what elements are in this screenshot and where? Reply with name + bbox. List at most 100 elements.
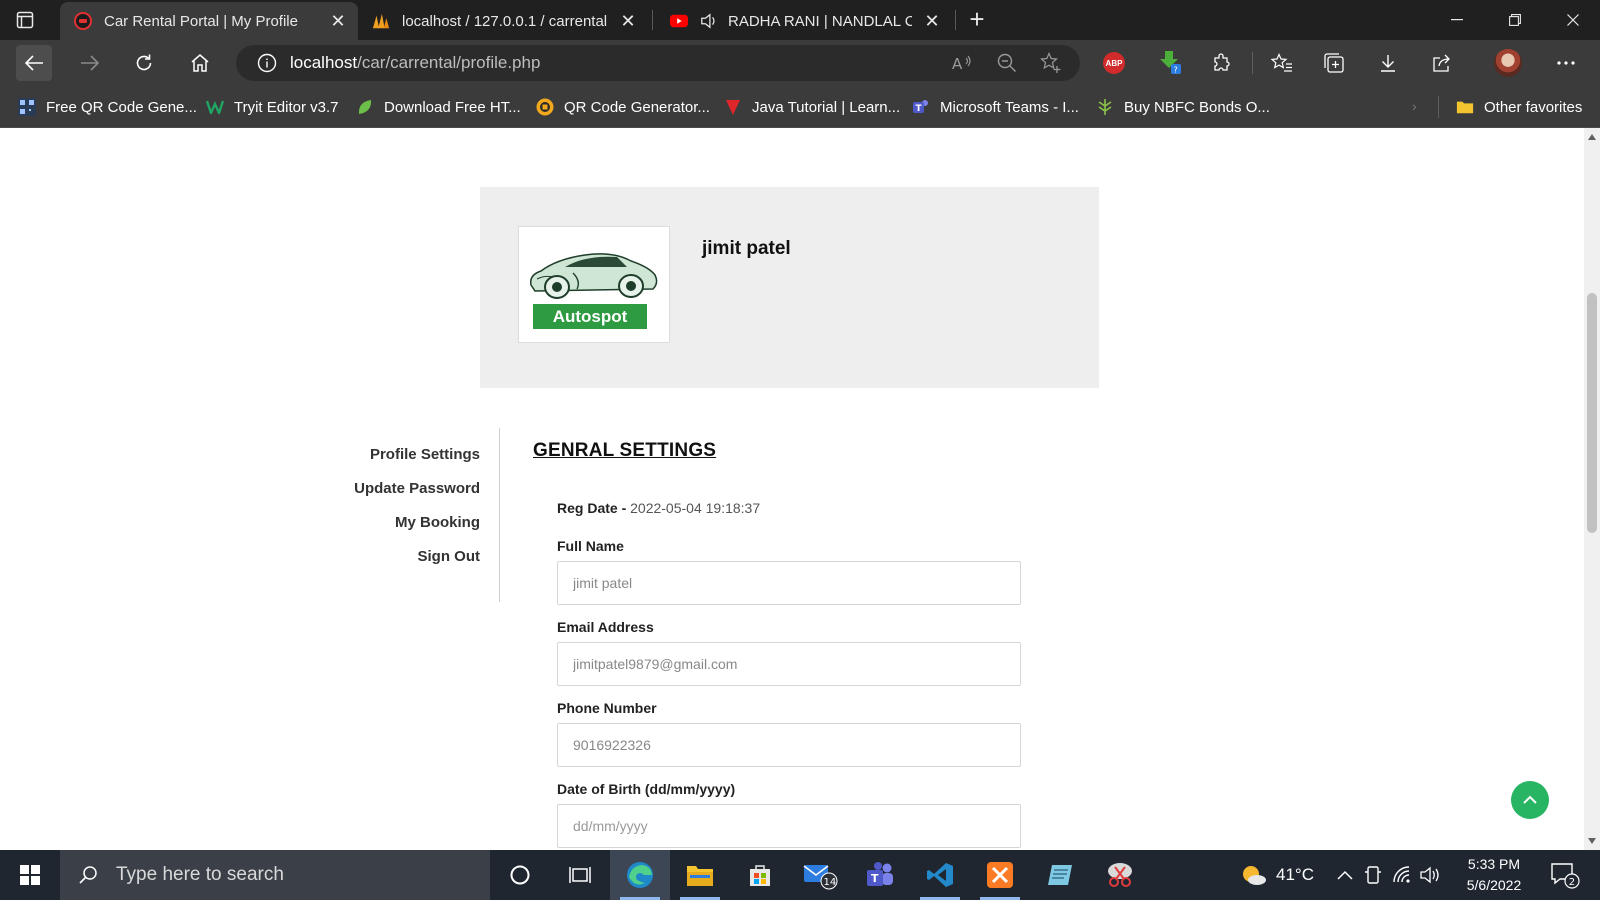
weather-widget[interactable]: 41°C (1240, 850, 1314, 900)
other-favorites-folder[interactable]: Other favorites (1456, 95, 1582, 119)
start-button[interactable] (0, 850, 60, 900)
site-logo[interactable]: Autospot (518, 226, 670, 343)
address-bar[interactable]: localhost/car/carrental/profile.php A (236, 45, 1080, 81)
notifications-icon[interactable]: 2 (1550, 850, 1580, 900)
scroll-up-arrow-icon[interactable] (1588, 134, 1596, 140)
email-label: Email Address (557, 619, 654, 635)
chevron-right-icon[interactable]: › (1412, 98, 1417, 114)
profile-user-name: jimit patel (702, 238, 791, 259)
registration-date: Reg Date - 2022-05-04 19:18:37 (557, 500, 760, 516)
tab-youtube-radha-rani[interactable]: RADHA RANI | NANDLAL CH ✕ (656, 2, 952, 40)
forward-button[interactable] (72, 45, 108, 81)
qr-code-icon (18, 98, 36, 116)
download-helper-extension-icon[interactable]: ? (1152, 45, 1188, 81)
close-window-button[interactable] (1544, 0, 1600, 40)
url-text[interactable]: localhost/car/carrental/profile.php (290, 53, 540, 73)
vscode-icon[interactable] (910, 850, 970, 900)
email-field[interactable] (557, 642, 1021, 686)
bookmark-label: QR Code Generator... (564, 98, 710, 116)
settings-more-icon[interactable] (1548, 45, 1584, 81)
browser-toolbar: localhost/car/carrental/profile.php A AB… (0, 40, 1600, 86)
audio-playing-icon[interactable] (700, 12, 718, 30)
system-clock[interactable]: 5:33 PM 5/6/2022 (1454, 854, 1534, 896)
nav-my-booking[interactable]: My Booking (395, 514, 480, 531)
teams-app-icon[interactable]: T (850, 850, 910, 900)
extensions-icon[interactable] (1204, 45, 1240, 81)
bookmark-buy-nbfc-bonds[interactable]: Buy NBFC Bonds O... (1096, 95, 1270, 119)
collections-icon[interactable] (1316, 45, 1352, 81)
logo-brand-label: Autospot (533, 304, 647, 329)
edge-browser-icon[interactable] (610, 850, 670, 900)
tab-actions-menu-icon[interactable] (14, 9, 36, 31)
scrollbar-thumb[interactable] (1587, 293, 1597, 533)
bookmark-download-free-html[interactable]: Download Free HT... (356, 95, 521, 119)
tab-car-rental-profile[interactable]: Car Rental Portal | My Profile ✕ (60, 2, 358, 40)
dob-field[interactable] (557, 804, 1021, 848)
tab-title: RADHA RANI | NANDLAL CH (728, 12, 912, 30)
wifi-icon[interactable] (1392, 850, 1414, 900)
bookmark-label: Free QR Code Gene... (46, 98, 197, 116)
share-icon[interactable] (1424, 45, 1460, 81)
volume-icon[interactable] (1420, 850, 1442, 900)
car-logo-icon (529, 253, 658, 299)
nbfc-icon (1096, 98, 1114, 116)
windows-taskbar: Type here to search 14 T 41°C 5:33 PM 5/… (0, 850, 1600, 900)
back-button[interactable] (16, 45, 52, 81)
device-icon[interactable] (1364, 850, 1382, 900)
general-settings-form: GENRAL SETTINGS Reg Date - 2022-05-04 19… (533, 440, 1023, 848)
mail-icon[interactable]: 14 (790, 850, 850, 900)
downloads-icon[interactable] (1370, 45, 1406, 81)
read-aloud-icon[interactable]: A (952, 52, 974, 74)
bookmark-tryit-editor[interactable]: Tryit Editor v3.7 (206, 95, 338, 119)
close-tab-icon[interactable]: ✕ (328, 11, 348, 31)
tab-phpmyadmin[interactable]: localhost / 127.0.0.1 / carrental | ✕ (358, 2, 648, 40)
close-tab-icon[interactable]: ✕ (618, 11, 638, 31)
nav-update-password[interactable]: Update Password (354, 480, 480, 497)
svg-text:?: ? (1174, 66, 1178, 75)
bookmark-microsoft-teams[interactable]: T Microsoft Teams - I... (912, 95, 1079, 119)
bookmark-label: Java Tutorial | Learn... (752, 98, 901, 116)
nav-profile-settings[interactable]: Profile Settings (370, 446, 480, 463)
full-name-field[interactable] (557, 561, 1021, 605)
notification-count: 2 (1569, 877, 1575, 888)
chevron-up-icon (1523, 795, 1537, 804)
bookmarks-separator (1438, 96, 1439, 118)
task-view-icon[interactable] (550, 850, 610, 900)
teams-icon: T (912, 98, 930, 116)
restore-button[interactable] (1486, 0, 1544, 40)
zoom-out-icon[interactable] (996, 52, 1018, 74)
scroll-down-arrow-icon[interactable] (1588, 838, 1596, 844)
bookmark-free-qr-code[interactable]: Free QR Code Gene... (18, 95, 197, 119)
profile-avatar[interactable] (1494, 49, 1522, 77)
cortana-icon[interactable] (490, 850, 550, 900)
home-button[interactable] (182, 45, 218, 81)
adblock-plus-icon[interactable]: ABP (1103, 52, 1125, 74)
phone-field[interactable] (557, 723, 1021, 767)
bookmark-qr-code-generator[interactable]: QR Code Generator... (536, 95, 710, 119)
nav-sign-out[interactable]: Sign Out (418, 548, 481, 565)
xampp-icon[interactable] (970, 850, 1030, 900)
back-to-top-button[interactable] (1511, 781, 1549, 819)
page-scrollbar[interactable] (1584, 128, 1600, 850)
taskbar-search-box[interactable]: Type here to search (60, 850, 490, 900)
w3schools-icon (206, 98, 224, 116)
search-placeholder: Type here to search (116, 864, 284, 885)
microsoft-store-icon[interactable] (730, 850, 790, 900)
bookmark-java-tutorial[interactable]: Java Tutorial | Learn... (724, 95, 900, 119)
refresh-button[interactable] (126, 45, 162, 81)
file-explorer-icon[interactable] (670, 850, 730, 900)
site-info-icon[interactable] (256, 52, 278, 74)
show-hidden-icons-chevron-up-icon[interactable] (1337, 850, 1353, 900)
snipping-tool-icon[interactable] (1090, 850, 1150, 900)
favorites-icon[interactable] (1264, 45, 1300, 81)
leaf-icon (356, 98, 374, 116)
tab-title: localhost / 127.0.0.1 / carrental | (402, 12, 608, 30)
svg-text:A: A (952, 55, 963, 72)
settings-heading: GENRAL SETTINGS (533, 440, 717, 461)
dob-label: Date of Birth (dd/mm/yyyy) (557, 781, 736, 797)
minimize-button[interactable] (1428, 0, 1486, 40)
new-tab-button[interactable]: + (965, 6, 989, 32)
notepad-app-icon[interactable] (1030, 850, 1090, 900)
add-favorite-icon[interactable] (1040, 52, 1062, 74)
close-tab-icon[interactable]: ✕ (922, 11, 942, 31)
